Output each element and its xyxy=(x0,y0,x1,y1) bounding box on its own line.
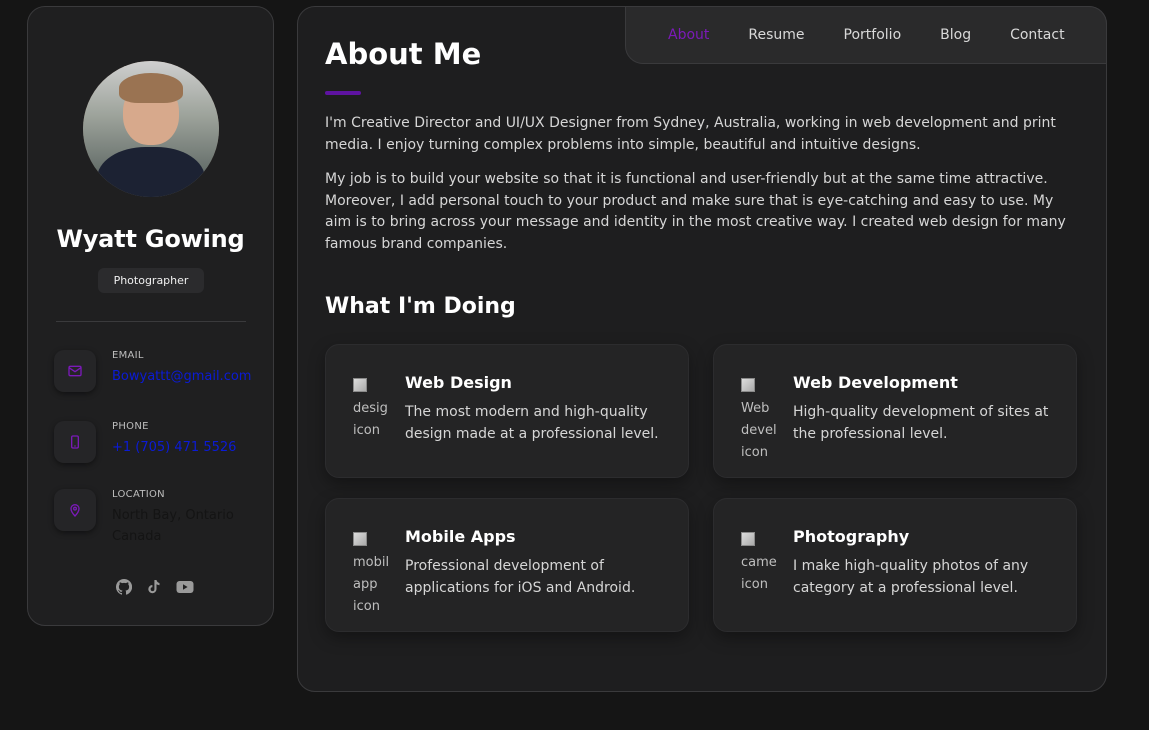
service-title: Mobile Apps xyxy=(405,527,516,546)
service-card-photography: camera icon Photography I make high-qual… xyxy=(713,498,1077,632)
profile-name: Wyatt Gowing xyxy=(56,225,245,253)
social-links xyxy=(115,578,194,595)
page-title: About Me xyxy=(325,37,482,71)
tiktok-icon[interactable] xyxy=(146,579,162,595)
service-desc: High-quality development of sites at the… xyxy=(793,404,1049,442)
location-label: LOCATION xyxy=(112,489,165,500)
phone-icon xyxy=(54,421,96,463)
divider xyxy=(56,321,246,322)
service-card-web-development: Web development icon Web Development Hig… xyxy=(713,344,1077,478)
nav-portfolio[interactable]: Portfolio xyxy=(844,27,902,43)
title-underline xyxy=(325,91,361,95)
email-label: EMAIL xyxy=(112,350,144,361)
main-panel: About Resume Portfolio Blog Contact Abou… xyxy=(297,6,1107,692)
design-icon: design icon xyxy=(353,376,389,456)
web-development-icon: Web development icon xyxy=(741,376,777,456)
avatar xyxy=(83,61,219,197)
nav-contact[interactable]: Contact xyxy=(1010,27,1064,43)
phone-link[interactable]: +1 (705) 471 5526 xyxy=(112,437,236,458)
location-pin-icon xyxy=(54,489,96,531)
service-title: Web Development xyxy=(793,373,958,392)
location-value: North Bay, Ontario Canada xyxy=(112,508,234,544)
role-badge: Photographer xyxy=(98,268,204,293)
sidebar: Wyatt Gowing Photographer EMAIL Bowyattt… xyxy=(27,6,274,626)
camera-icon: camera icon xyxy=(741,530,777,610)
about-text: I'm Creative Director and UI/UX Designer… xyxy=(325,113,1080,268)
navbar: About Resume Portfolio Blog Contact xyxy=(625,6,1107,64)
services-title: What I'm Doing xyxy=(325,294,516,319)
service-card-mobile-apps: mobile app icon Mobile Apps Professional… xyxy=(325,498,689,632)
about-paragraph-1: I'm Creative Director and UI/UX Designer… xyxy=(325,115,1056,153)
phone-label: PHONE xyxy=(112,421,149,432)
about-paragraph-2: My job is to build your website so that … xyxy=(325,171,1066,252)
service-desc: I make high-quality photos of any catego… xyxy=(793,558,1029,596)
nav-resume[interactable]: Resume xyxy=(748,27,804,43)
service-desc: The most modern and high-quality design … xyxy=(405,404,659,442)
service-title: Web Design xyxy=(405,373,512,392)
mobile-app-icon: mobile app icon xyxy=(353,530,389,610)
email-link[interactable]: Bowyattt@gmail.com xyxy=(112,366,251,387)
service-title: Photography xyxy=(793,527,910,546)
nav-about[interactable]: About xyxy=(668,27,709,43)
service-desc: Professional development of applications… xyxy=(405,558,636,596)
mail-icon xyxy=(54,350,96,392)
nav-blog[interactable]: Blog xyxy=(940,27,971,43)
service-card-web-design: design icon Web Design The most modern a… xyxy=(325,344,689,478)
youtube-icon[interactable] xyxy=(176,579,194,595)
github-icon[interactable] xyxy=(115,578,133,595)
